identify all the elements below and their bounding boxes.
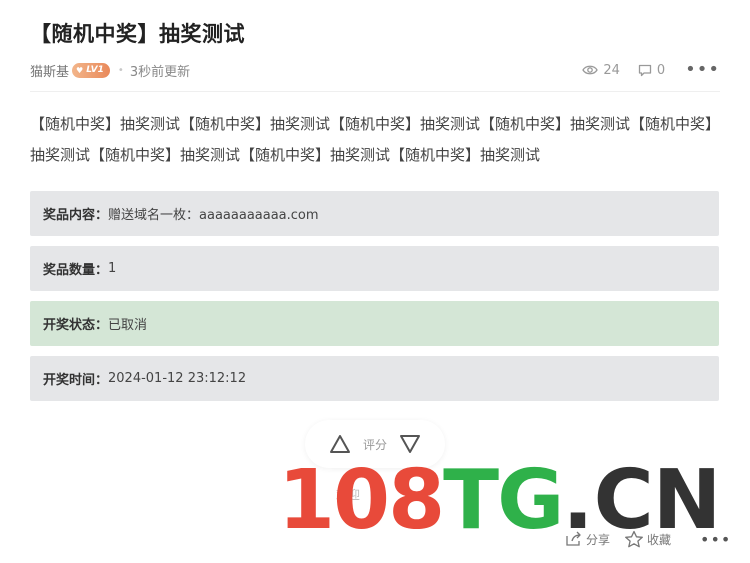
draw-time-value: 2024-01-12 23:12:12 (108, 371, 247, 386)
level-badge-text: LV1 (86, 65, 104, 75)
watermark-number: 108 (278, 453, 445, 548)
comment-icon (638, 64, 652, 76)
views-count: 24 (603, 62, 620, 78)
author-name[interactable]: 猫斯基 (30, 61, 69, 80)
post-content: 【随机中奖】抽奖测试【随机中奖】抽奖测试【随机中奖】抽奖测试【随机中奖】抽奖测试… (30, 115, 721, 164)
draw-status-box: 开奖状态： 已取消 (30, 301, 719, 346)
updated-time: 3秒前更新 (129, 64, 191, 80)
comments-count: 0 (656, 62, 666, 78)
post-title: 【随机中奖】抽奖测试 (30, 22, 245, 46)
post-stats: 24 0 ••• (564, 61, 720, 79)
watermark-tg: TG (443, 453, 564, 548)
favorite-button[interactable]: 收藏 (624, 530, 671, 548)
site-watermark-logo: 108 TG . CN (278, 447, 721, 548)
prize-count-value: 1 (108, 261, 117, 276)
share-icon (566, 531, 581, 546)
prize-count-box: 奖品数量： 1 (30, 246, 719, 291)
comments-stat[interactable]: 0 (638, 63, 665, 78)
heart-icon: ♥ (76, 65, 84, 75)
favorite-label: 收藏 (647, 532, 672, 547)
share-button[interactable]: 分享 (565, 531, 610, 548)
share-label: 分享 (586, 532, 611, 547)
prize-content-value: 赠送域名一枚：aaaaaaaaaaa.com (108, 208, 319, 223)
prize-count-label: 奖品数量： (43, 263, 109, 278)
separator-dot: • (117, 64, 124, 76)
draw-status-label: 开奖状态： (43, 318, 109, 333)
draw-time-label: 开奖时间： (43, 373, 109, 388)
draw-time-box: 开奖时间： 2024-01-12 23:12:12 (30, 356, 719, 401)
level-badge: ♥ LV1 (72, 62, 110, 78)
prize-content-box: 奖品内容： 赠送域名一枚：aaaaaaaaaaa.com (30, 191, 719, 236)
post-actions: 分享 收藏 (565, 530, 685, 548)
eye-icon (582, 65, 599, 75)
more-menu-button[interactable]: ••• (685, 61, 720, 79)
bottom-more-button[interactable]: ••• (700, 532, 731, 548)
prize-content-label: 奖品内容： (43, 208, 109, 223)
star-icon (625, 530, 643, 548)
draw-status-value: 已取消 (108, 318, 148, 333)
views-stat: 24 (582, 63, 620, 78)
divider (30, 91, 720, 92)
post-meta: 猫斯基 ♥ LV1 • 3秒前更新 24 0 ••• (30, 60, 720, 80)
